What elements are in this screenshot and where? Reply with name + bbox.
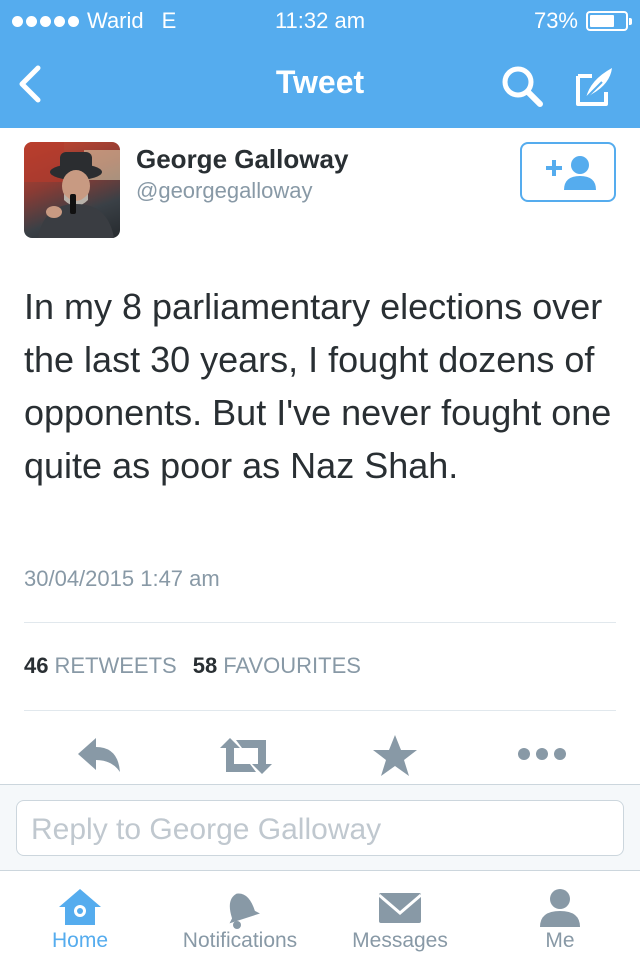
author-name[interactable]: George Galloway: [136, 144, 348, 175]
retweets-label[interactable]: RETWEETS: [54, 653, 176, 679]
battery-info: 73%: [533, 8, 632, 34]
nav-bar: Tweet: [0, 40, 640, 128]
favourites-label[interactable]: FAVOURITES: [223, 653, 361, 679]
more-icon: [518, 748, 566, 760]
retweets-count[interactable]: 46: [24, 653, 48, 679]
add-user-icon: [546, 156, 596, 190]
compose-icon: [576, 68, 612, 106]
bell-icon: [229, 893, 260, 929]
tab-me-label: Me: [545, 929, 575, 952]
profile-photo: [24, 142, 120, 238]
tab-me[interactable]: Me: [480, 871, 640, 961]
tab-home[interactable]: Home: [0, 871, 160, 961]
tweet-text: In my 8 parliamentary elections over the…: [24, 286, 612, 486]
reply-button[interactable]: [74, 732, 124, 780]
top-bar: Warid E 11:32 am 73% Tweet: [0, 0, 640, 128]
favourite-button[interactable]: [370, 732, 420, 780]
divider: [24, 710, 616, 711]
more-button[interactable]: [516, 732, 568, 780]
tweet-timestamp: 30/04/2015 1:47 am: [24, 566, 220, 591]
divider: [24, 622, 616, 623]
tab-home-label: Home: [51, 929, 109, 952]
reply-input[interactable]: Reply to George Galloway: [16, 800, 624, 856]
favourites-count[interactable]: 58: [193, 653, 217, 679]
retweet-icon: [220, 738, 272, 774]
tweet-stats: 46 RETWEETS 58 FAVOURITES: [24, 653, 361, 679]
search-icon: [502, 66, 543, 107]
envelope-icon: [378, 893, 422, 923]
author-handle[interactable]: @georgegalloway: [136, 178, 312, 204]
follow-button[interactable]: [520, 142, 616, 202]
battery-icon: [586, 11, 632, 31]
tab-notifications[interactable]: Notifications: [160, 871, 320, 961]
star-icon: [373, 735, 417, 776]
tab-messages-label: Messages: [352, 929, 448, 952]
avatar[interactable]: [24, 142, 120, 238]
home-icon: [59, 889, 101, 925]
person-icon: [540, 889, 580, 927]
tab-bar: Home Notifications Messages Me: [0, 870, 640, 961]
battery-percent: 73%: [533, 8, 578, 33]
battery-level: [590, 15, 614, 27]
status-bar: Warid E 11:32 am 73%: [0, 0, 640, 40]
retweet-button[interactable]: [218, 732, 274, 780]
search-button[interactable]: [498, 62, 546, 110]
compose-button[interactable]: [572, 62, 620, 110]
tab-messages[interactable]: Messages: [320, 871, 480, 961]
reply-icon: [78, 738, 120, 772]
tab-notifications-label: Notifications: [182, 929, 298, 952]
